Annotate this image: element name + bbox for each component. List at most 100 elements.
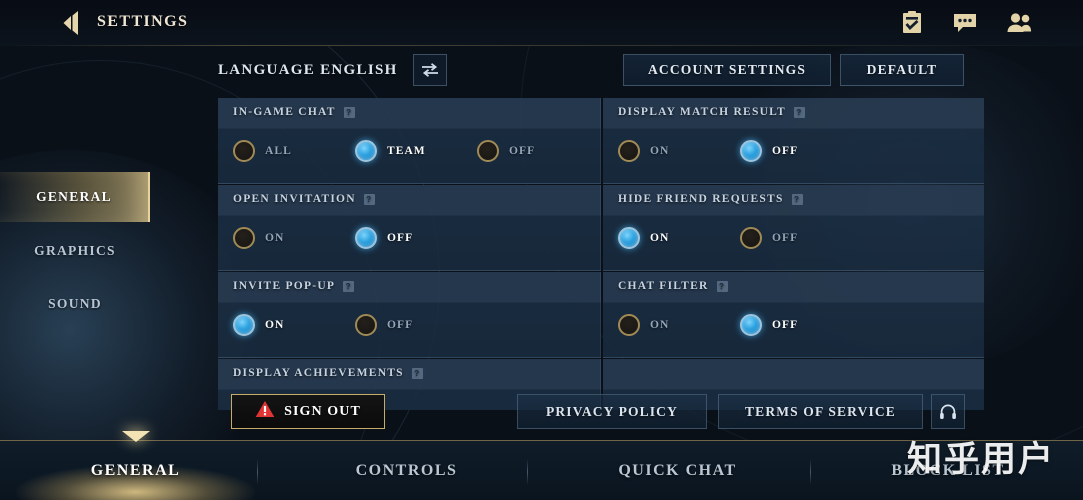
help-icon[interactable]: ?: [343, 280, 355, 292]
setting-title-label: INVITE POP-UP: [233, 280, 336, 292]
radio-option[interactable]: ON: [618, 314, 669, 336]
radio-option[interactable]: ON: [618, 140, 669, 162]
setting-panel: IN-GAME CHAT? ALL TEAM OFF: [218, 98, 603, 185]
radio-option[interactable]: OFF: [477, 140, 535, 162]
radio-option-label: TEAM: [387, 145, 426, 157]
radio-option[interactable]: ON: [233, 314, 284, 336]
radio-unselected-icon[interactable]: [740, 227, 762, 249]
default-button[interactable]: DEFAULT: [840, 54, 964, 86]
language-label: LANGUAGE ENGLISH: [218, 61, 398, 78]
radio-option[interactable]: OFF: [740, 140, 798, 162]
radio-selected-icon[interactable]: [618, 227, 640, 249]
page-title: SETTINGS: [97, 13, 189, 30]
radio-option[interactable]: OFF: [740, 314, 798, 336]
radio-unselected-icon[interactable]: [233, 227, 255, 249]
tab-separator: [527, 459, 528, 485]
setting-title: HIDE FRIEND REQUESTS?: [618, 193, 803, 205]
swap-arrows-icon[interactable]: [412, 54, 447, 86]
radio-option-label: OFF: [772, 319, 799, 331]
radio-option[interactable]: OFF: [355, 314, 413, 336]
back-chevron-icon[interactable]: [56, 7, 88, 39]
setting-title-label: DISPLAY MATCH RESULT: [618, 106, 786, 118]
radio-unselected-icon[interactable]: [233, 140, 255, 162]
sign-out-label: SIGN OUT: [284, 403, 361, 419]
radio-option[interactable]: OFF: [355, 227, 413, 249]
mission-icon[interactable]: [899, 11, 925, 35]
radio-option[interactable]: ALL: [233, 140, 292, 162]
setting-title: DISPLAY MATCH RESULT?: [618, 106, 805, 118]
sidebar-item-label: GRAPHICS: [34, 243, 116, 258]
radio-selected-icon[interactable]: [355, 227, 377, 249]
radio-selected-icon[interactable]: [233, 314, 255, 336]
setting-panel-body: IN-GAME CHAT? ALL TEAM OFF: [218, 98, 601, 184]
setting-panel: OPEN INVITATION? ON OFF: [218, 185, 603, 272]
sidebar-item-label: SOUND: [48, 296, 102, 311]
language-selector: LANGUAGE ENGLISH: [218, 54, 447, 86]
radio-option-label: ALL: [265, 145, 292, 157]
radio-option[interactable]: TEAM: [355, 140, 426, 162]
setting-title: CHAT FILTER?: [618, 280, 728, 292]
setting-title-label: DISPLAY ACHIEVEMENTS: [233, 367, 404, 379]
sidebar-nav: GENERAL GRAPHICS SOUND: [0, 46, 152, 438]
sidebar-item-graphics[interactable]: GRAPHICS: [0, 226, 150, 276]
tab-separator: [257, 459, 258, 485]
setting-panel-body: CHAT FILTER? ON OFF: [603, 272, 984, 358]
setting-title: IN-GAME CHAT?: [233, 106, 355, 118]
radio-unselected-icon[interactable]: [618, 314, 640, 336]
help-icon[interactable]: ?: [791, 193, 803, 205]
radio-option-label: OFF: [509, 145, 536, 157]
headset-icon[interactable]: [931, 394, 965, 429]
radio-unselected-icon[interactable]: [355, 314, 377, 336]
tab-block-list[interactable]: BLOCK LIST: [813, 441, 1083, 500]
help-icon[interactable]: ?: [716, 280, 728, 292]
setting-title-label: OPEN INVITATION: [233, 193, 356, 205]
friends-icon[interactable]: [1006, 11, 1032, 35]
settings-grid: IN-GAME CHAT? ALL TEAM OFF DISPLAY MATCH RES…: [218, 98, 986, 410]
tab-controls[interactable]: CONTROLS: [271, 441, 542, 500]
radio-selected-icon[interactable]: [355, 140, 377, 162]
warning-triangle-icon: [255, 400, 275, 423]
radio-unselected-icon[interactable]: [618, 140, 640, 162]
setting-title: INVITE POP-UP?: [233, 280, 355, 292]
radio-option-label: ON: [265, 319, 285, 331]
help-icon[interactable]: ?: [343, 106, 355, 118]
settings-content: LANGUAGE ENGLISH ACCOUNT SETTINGS DEFAUL…: [152, 46, 1083, 438]
help-icon[interactable]: ?: [793, 106, 805, 118]
account-settings-button[interactable]: ACCOUNT SETTINGS: [623, 54, 831, 86]
setting-title: DISPLAY ACHIEVEMENTS?: [233, 367, 423, 379]
setting-panel-body: HIDE FRIEND REQUESTS? ON OFF: [603, 185, 984, 271]
help-icon[interactable]: ?: [363, 193, 375, 205]
bottom-tab-bar: GENERAL CONTROLS QUICK CHAT BLOCK LIST: [0, 431, 1083, 500]
setting-title-label: IN-GAME CHAT: [233, 106, 336, 118]
radio-selected-icon[interactable]: [740, 314, 762, 336]
tab-quick-chat[interactable]: QUICK CHAT: [542, 441, 813, 500]
privacy-policy-button[interactable]: PRIVACY POLICY: [517, 394, 707, 429]
radio-option-label: ON: [650, 145, 670, 157]
setting-panel: HIDE FRIEND REQUESTS? ON OFF: [603, 185, 986, 272]
setting-panel: INVITE POP-UP? ON OFF: [218, 272, 603, 359]
chat-icon[interactable]: [952, 11, 978, 35]
footer-action-bar: SIGN OUT PRIVACY POLICY TERMS OF SERVICE: [0, 386, 1083, 438]
chevron-down-icon: [121, 431, 150, 442]
sign-out-button[interactable]: SIGN OUT: [231, 394, 385, 429]
radio-option-label: OFF: [772, 232, 799, 244]
radio-unselected-icon[interactable]: [477, 140, 499, 162]
setting-title: OPEN INVITATION?: [233, 193, 375, 205]
radio-option-label: OFF: [387, 319, 414, 331]
tab-general[interactable]: GENERAL: [0, 441, 271, 500]
radio-option-label: ON: [265, 232, 285, 244]
radio-option[interactable]: OFF: [740, 227, 798, 249]
setting-panel-body: OPEN INVITATION? ON OFF: [218, 185, 601, 271]
radio-option-label: ON: [650, 232, 670, 244]
radio-option[interactable]: ON: [233, 227, 284, 249]
radio-option-label: ON: [650, 319, 670, 331]
radio-selected-icon[interactable]: [740, 140, 762, 162]
sidebar-item-general[interactable]: GENERAL: [0, 172, 150, 222]
sidebar-item-sound[interactable]: SOUND: [0, 279, 150, 329]
setting-title-label: CHAT FILTER: [618, 280, 709, 292]
radio-option[interactable]: ON: [618, 227, 669, 249]
terms-of-service-button[interactable]: TERMS OF SERVICE: [718, 394, 923, 429]
help-icon[interactable]: ?: [411, 367, 423, 379]
top-header-bar: SETTINGS: [0, 0, 1083, 46]
radio-option-label: OFF: [387, 232, 414, 244]
